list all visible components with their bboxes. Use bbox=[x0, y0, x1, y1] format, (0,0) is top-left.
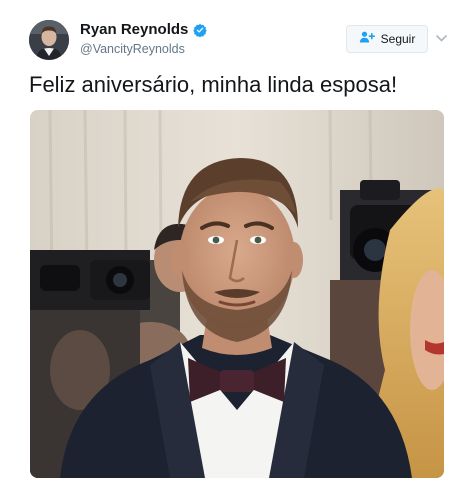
profile-photo bbox=[29, 20, 69, 60]
user-handle[interactable]: @VancityReynolds bbox=[80, 41, 185, 57]
author-name-row[interactable]: Ryan Reynolds bbox=[80, 21, 208, 39]
more-options-button[interactable] bbox=[434, 31, 448, 45]
media-photo bbox=[30, 110, 444, 478]
add-user-icon bbox=[359, 30, 375, 48]
verified-badge-icon bbox=[193, 23, 208, 37]
tweet-photo[interactable] bbox=[30, 110, 444, 478]
tweet-text: Feliz aniversário, minha linda esposa! bbox=[29, 72, 398, 97]
chevron-down-icon bbox=[435, 29, 447, 47]
follow-button[interactable]: Seguir bbox=[346, 25, 428, 53]
display-name[interactable]: Ryan Reynolds bbox=[80, 21, 188, 39]
tweet-card: Ryan Reynolds @VancityReynolds Seguir Fe… bbox=[0, 0, 474, 500]
follow-label: Seguir bbox=[380, 32, 416, 46]
avatar[interactable] bbox=[29, 20, 69, 60]
